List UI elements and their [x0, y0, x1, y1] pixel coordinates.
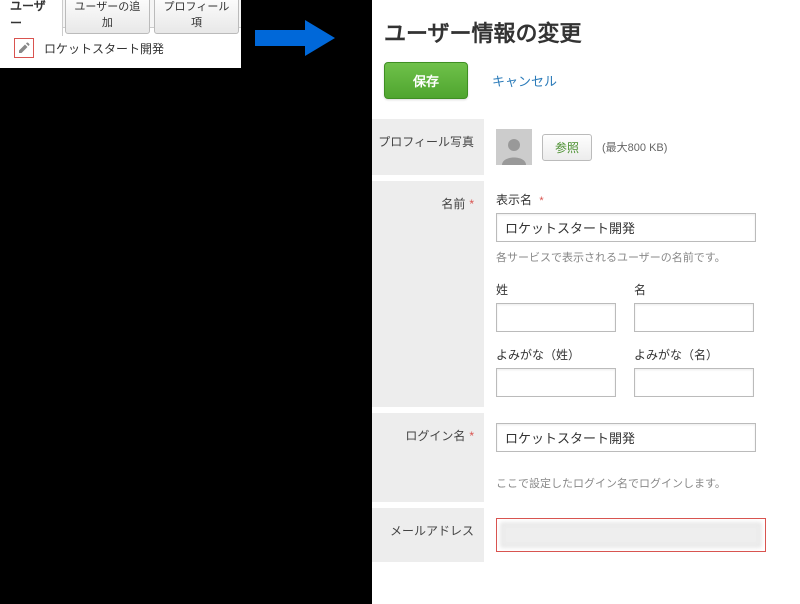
- cancel-link[interactable]: キャンセル: [492, 71, 557, 90]
- add-user-button[interactable]: ユーザーの追加: [65, 0, 150, 34]
- action-bar: 保存 キャンセル: [372, 62, 800, 119]
- user-row-name: ロケットスタート開発: [44, 40, 164, 57]
- email-input[interactable]: [501, 523, 761, 547]
- first-name-label: 名: [634, 281, 754, 298]
- row-login: ログイン名* ここで設定したログイン名でログインします。: [372, 413, 800, 503]
- arrow-icon: [255, 20, 335, 59]
- photo-limit: (最大800 KB): [602, 139, 667, 155]
- label-name: 名前*: [372, 181, 484, 407]
- page-title: ユーザー情報の変更: [372, 0, 800, 62]
- last-name-label: 姓: [496, 281, 616, 298]
- display-name-desc: 各サービスで表示されるユーザーの名前です。: [496, 250, 790, 267]
- last-name-input[interactable]: [496, 303, 616, 332]
- label-login: ログイン名*: [372, 413, 484, 503]
- label-photo: プロフィール写真: [372, 119, 484, 175]
- row-name: 名前* 表示名 * 各サービスで表示されるユーザーの名前です。 姓 名: [372, 181, 800, 407]
- row-email: メールアドレス: [372, 508, 800, 562]
- edit-icon[interactable]: [14, 38, 34, 58]
- tab-users[interactable]: ユーザー: [0, 0, 63, 36]
- tab-bar: ユーザー ユーザーの追加 プロフィール項: [0, 0, 241, 28]
- email-highlight: [496, 518, 766, 552]
- label-email: メールアドレス: [372, 508, 484, 562]
- display-name-label: 表示名: [496, 193, 532, 207]
- right-panel: ユーザー情報の変更 保存 キャンセル プロフィール写真 参照 (最大800 KB…: [372, 0, 800, 604]
- avatar: [496, 129, 532, 165]
- login-name-input[interactable]: [496, 423, 756, 452]
- first-kana-label: よみがな（名）: [634, 346, 754, 363]
- last-kana-label: よみがな（姓）: [496, 346, 616, 363]
- browse-button[interactable]: 参照: [542, 134, 592, 161]
- login-desc: ここで設定したログイン名でログインします。: [496, 476, 790, 493]
- required-mark: *: [469, 197, 474, 211]
- last-kana-input[interactable]: [496, 368, 616, 397]
- required-mark: *: [469, 429, 474, 443]
- display-name-input[interactable]: [496, 213, 756, 242]
- left-panel: ユーザー ユーザーの追加 プロフィール項 ロケットスタート開発: [0, 0, 241, 68]
- first-kana-input[interactable]: [634, 368, 754, 397]
- profile-items-button[interactable]: プロフィール項: [154, 0, 239, 34]
- first-name-input[interactable]: [634, 303, 754, 332]
- row-photo: プロフィール写真 参照 (最大800 KB): [372, 119, 800, 175]
- required-mark: *: [539, 195, 543, 207]
- save-button[interactable]: 保存: [384, 62, 468, 99]
